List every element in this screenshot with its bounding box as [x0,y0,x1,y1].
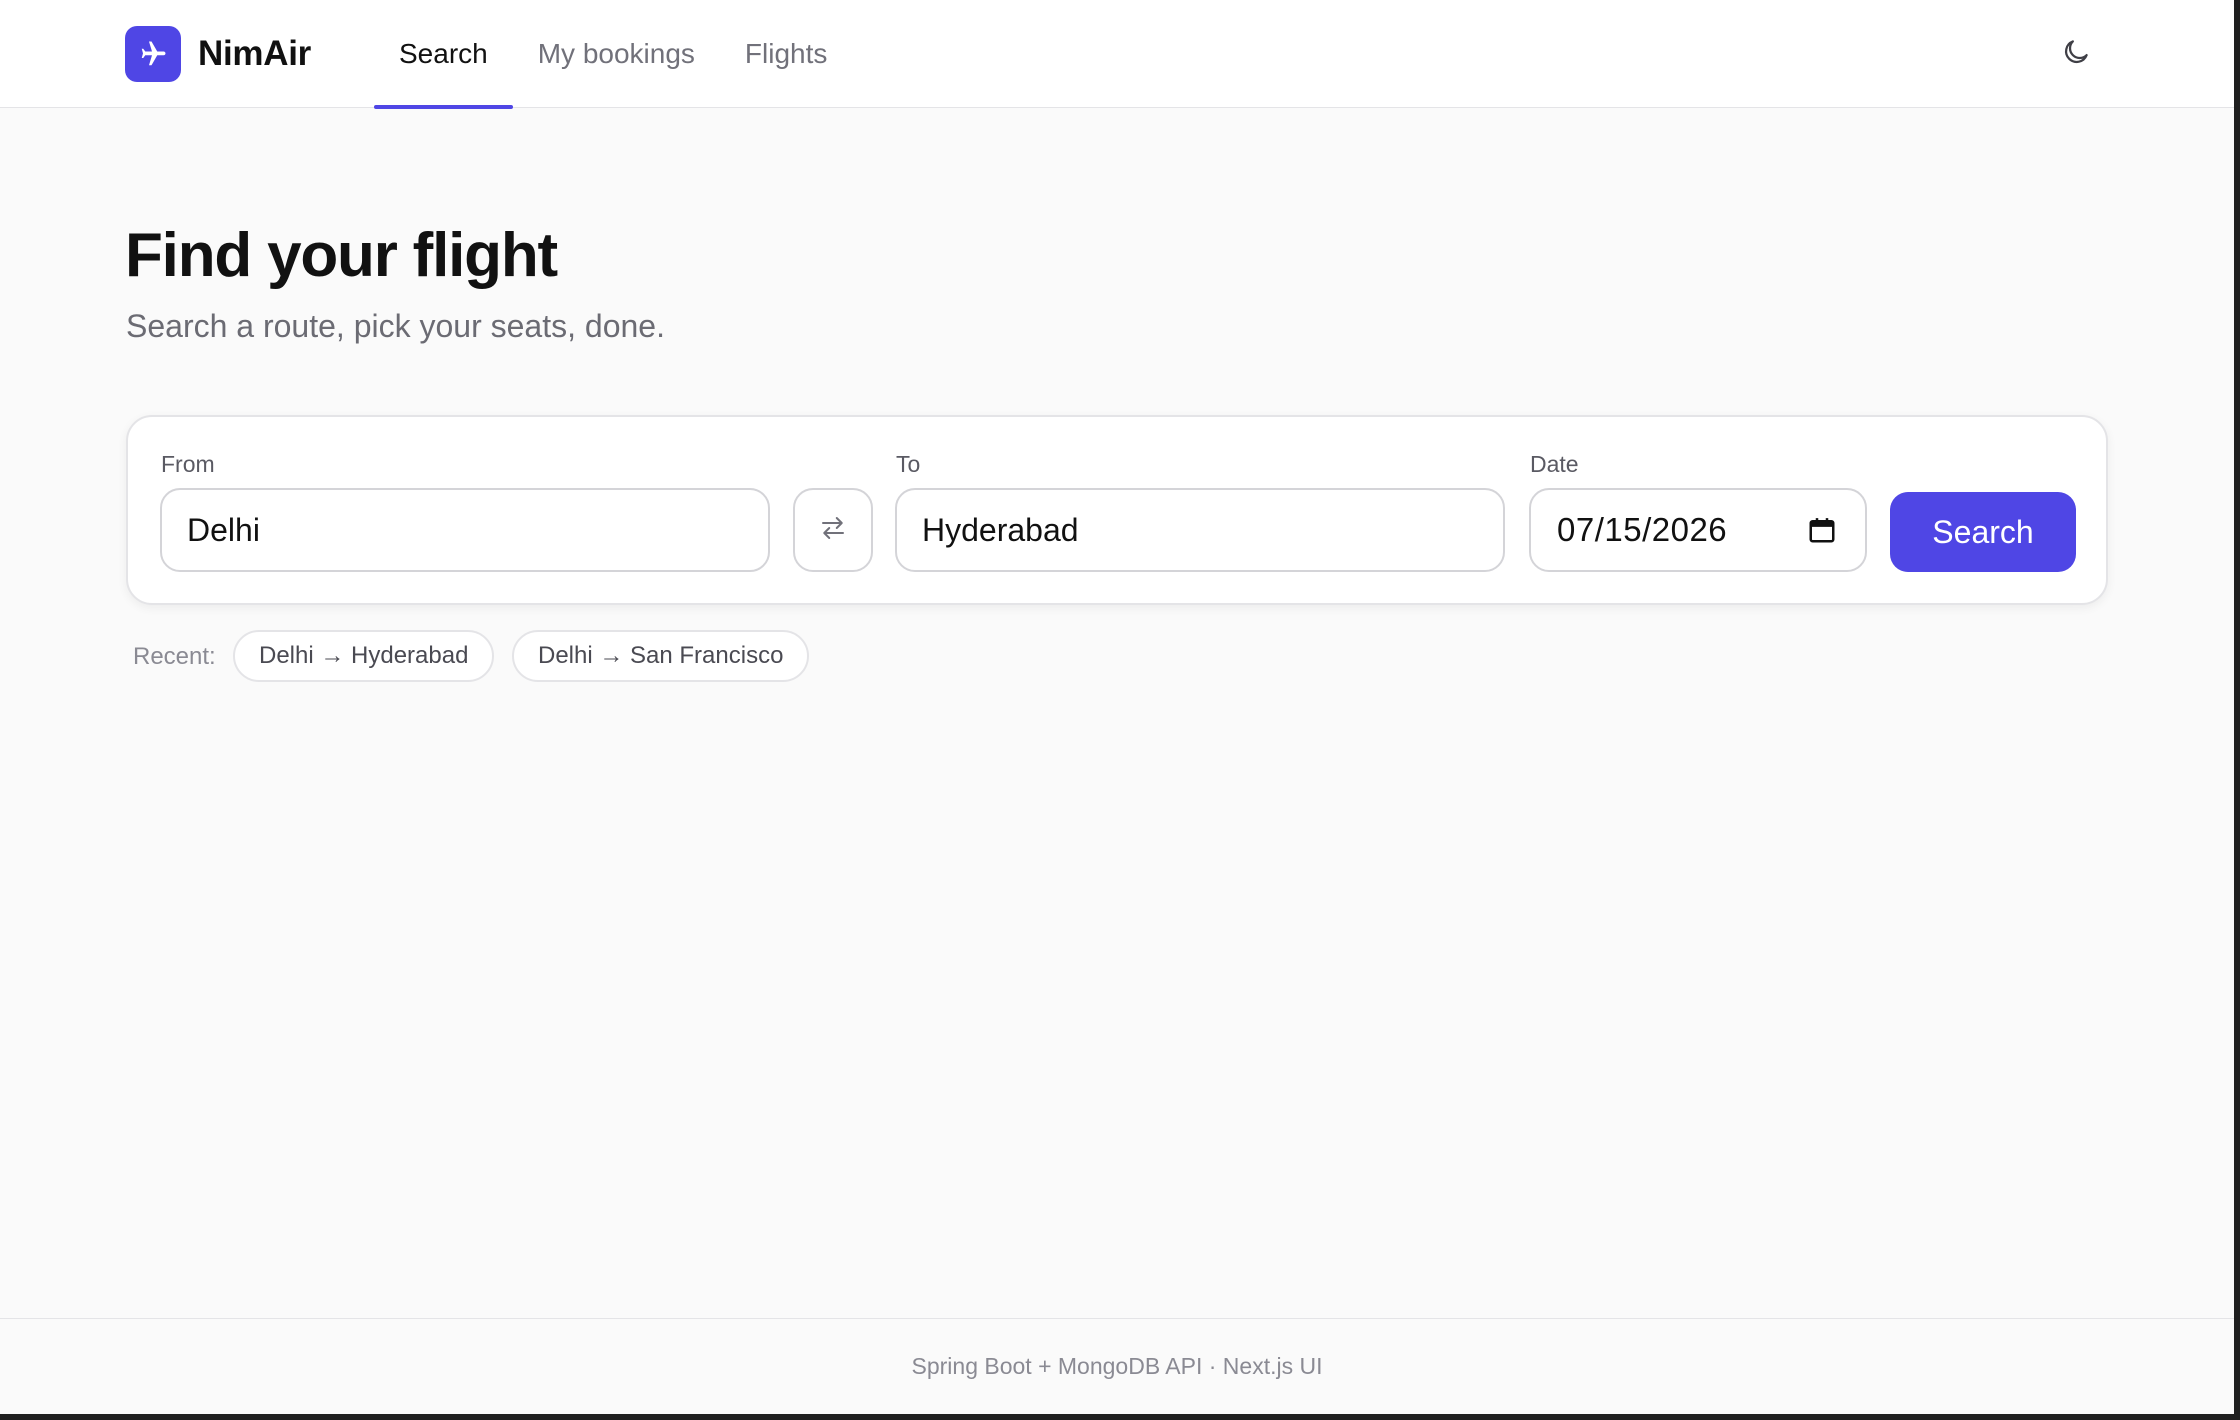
brand[interactable]: NimAir [125,26,311,82]
footer: Spring Boot + MongoDB API · Next.js UI [0,1318,2234,1414]
swap-route-button[interactable] [793,488,873,572]
calendar-icon[interactable] [1805,513,1839,547]
tab-search[interactable]: Search [374,0,513,109]
from-label: From [161,451,215,477]
page-title: Find your flight [125,221,558,290]
date-input[interactable]: 07/15/2026 [1529,488,1867,572]
swap-arrows-icon [818,513,848,548]
app-window: NimAir Search My bookings Flights Find y… [0,0,2234,1414]
plane-icon [125,26,181,82]
to-input[interactable] [895,488,1505,572]
tab-flights[interactable]: Flights [720,0,852,108]
page-subtitle: Search a route, pick your seats, done. [126,308,665,344]
recent-search-chip[interactable]: Delhi → Hyderabad [233,630,495,682]
top-header: NimAir Search My bookings Flights [0,0,2234,109]
recent-search-chip[interactable]: Delhi → San Francisco [512,630,810,682]
flight-search-card: From To Date 07/15/2026 [126,415,2108,605]
tab-my-bookings[interactable]: My bookings [513,0,720,108]
to-label: To [896,451,921,477]
theme-toggle-button[interactable] [2054,32,2098,76]
date-value: 07/15/2026 [1557,511,1728,548]
footer-text: Spring Boot + MongoDB API · Next.js UI [911,1353,1323,1379]
search-button[interactable]: Search [1890,492,2076,572]
brand-name: NimAir [198,34,311,73]
main-nav: Search My bookings Flights [374,0,852,109]
from-input[interactable] [160,488,770,572]
moon-icon [2061,37,2091,72]
recent-label: Recent: [133,643,216,670]
date-label: Date [1530,451,1579,477]
